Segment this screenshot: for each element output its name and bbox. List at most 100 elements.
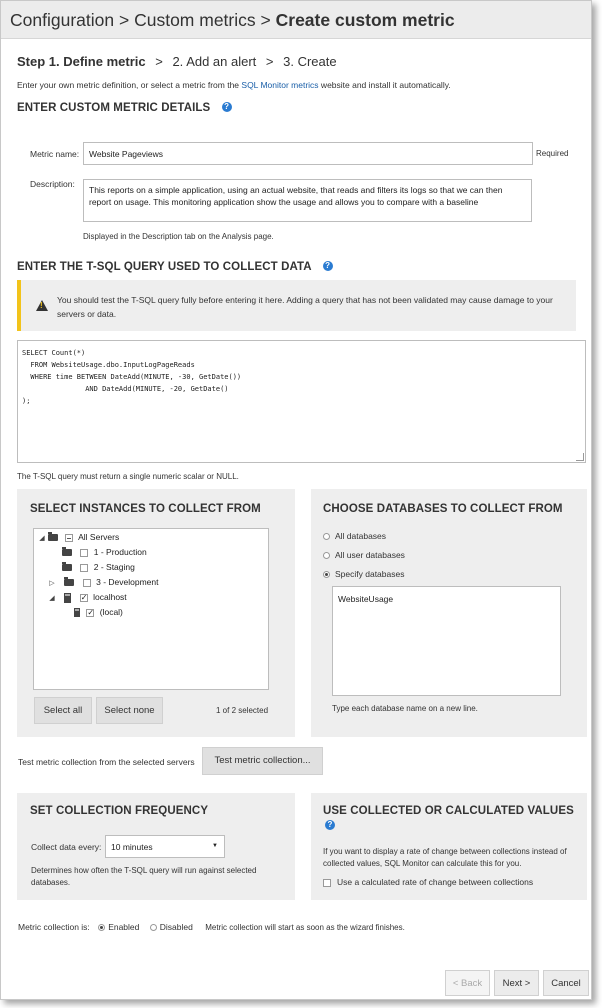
- breadcrumb: Configuration > Custom metrics > Create …: [1, 1, 591, 39]
- folder-icon: [62, 547, 72, 557]
- checkbox[interactable]: [82, 578, 91, 587]
- breadcrumb-separator: >: [118, 10, 130, 30]
- frequency-heading: SET COLLECTION FREQUENCY: [30, 805, 209, 817]
- radio-specify-databases[interactable]: Specify databases: [323, 569, 404, 579]
- breadcrumb-separator: >: [260, 10, 271, 30]
- expand-arrow-icon[interactable]: ◢: [48, 593, 56, 605]
- checkbox-label: Use a calculated rate of change between …: [337, 877, 534, 887]
- tree-node-localhost[interactable]: ◢ localhost: [48, 591, 127, 605]
- folder-icon: [62, 562, 72, 572]
- tree-node-production[interactable]: 1 - Production: [62, 546, 147, 558]
- query-heading: ENTER THE T-SQL QUERY USED TO COLLECT DA…: [17, 261, 333, 273]
- disabled-label: Disabled: [159, 922, 193, 932]
- description-textarea[interactable]: This reports on a simple application, us…: [83, 179, 532, 222]
- checkbox-checked[interactable]: [79, 592, 88, 604]
- sql-monitor-metrics-link[interactable]: SQL Monitor metrics: [241, 80, 318, 90]
- dropdown-arrow-icon: ▼: [212, 843, 218, 849]
- tree-node-staging[interactable]: 2 - Staging: [62, 561, 135, 573]
- collapsed-arrow-icon[interactable]: ▷: [48, 578, 56, 590]
- intro-text: Enter your own metric definition, or sel…: [17, 80, 451, 90]
- warning-icon: [36, 300, 48, 311]
- tree-node-local-instance[interactable]: (local): [74, 606, 123, 619]
- metric-name-label: Metric name:: [30, 149, 80, 159]
- databases-heading: CHOOSE DATABASES TO COLLECT FROM: [323, 503, 563, 515]
- radio-all-databases[interactable]: All databases: [323, 531, 386, 541]
- required-label: Required: [536, 149, 569, 158]
- help-icon[interactable]: ?: [322, 261, 333, 271]
- tree-node-all-servers[interactable]: ◢ All Servers: [38, 531, 119, 543]
- select-none-button[interactable]: Select none: [96, 697, 163, 724]
- expand-arrow-icon[interactable]: ◢: [38, 533, 46, 545]
- checkbox-checked[interactable]: [86, 607, 95, 619]
- rate-of-change-option[interactable]: Use a calculated rate of change between …: [323, 877, 533, 887]
- back-button[interactable]: < Back: [445, 970, 490, 996]
- checkbox-partial[interactable]: [64, 533, 73, 542]
- values-text: If you want to display a rate of change …: [323, 847, 567, 868]
- collection-label: Metric collection is:: [18, 922, 90, 932]
- intro-before: Enter your own metric definition, or sel…: [17, 80, 242, 90]
- metric-name-input[interactable]: Website Pageviews: [83, 142, 533, 165]
- folder-icon: [48, 532, 59, 542]
- sql-query-editor[interactable]: SELECT Count(*) FROM WebsiteUsage.dbo.In…: [17, 340, 586, 463]
- page-title: Create custom metric: [275, 10, 455, 30]
- tree-label: (local): [99, 607, 123, 617]
- folder-icon: [64, 577, 75, 587]
- select-all-button[interactable]: Select all: [34, 697, 92, 724]
- warning-text: You should test the T-SQL query fully be…: [57, 295, 553, 319]
- server-icon: [64, 592, 72, 603]
- tree-node-development[interactable]: ▷ 3 - Development: [48, 576, 159, 590]
- server-tree[interactable]: ◢ All Servers 1 - Production 2 - Staging…: [33, 528, 269, 690]
- step-1-active: Step 1. Define metric: [17, 54, 146, 69]
- intro-after: website and install it automatically.: [318, 80, 451, 90]
- collection-state: Metric collection is: Enabled Disabled M…: [18, 922, 405, 932]
- radio-disabled[interactable]: [149, 924, 157, 932]
- radio-all-user-databases[interactable]: All user databases: [323, 550, 405, 560]
- query-heading-text: ENTER THE T-SQL QUERY USED TO COLLECT DA…: [17, 261, 312, 273]
- resize-handle[interactable]: [576, 453, 584, 461]
- frequency-select[interactable]: 10 minutes ▼: [105, 835, 225, 858]
- help-icon[interactable]: ?: [221, 102, 232, 112]
- tree-label: localhost: [93, 592, 127, 602]
- tree-label: 1 - Production: [93, 547, 147, 557]
- wizard-window: Configuration > Custom metrics > Create …: [0, 0, 592, 1000]
- tree-label: 3 - Development: [96, 577, 159, 587]
- step-2: 2. Add an alert: [172, 54, 257, 69]
- rate-of-change-checkbox[interactable]: [323, 878, 331, 887]
- radio-button[interactable]: [323, 533, 330, 541]
- tree-label: 2 - Staging: [93, 562, 135, 572]
- step-3: 3. Create: [283, 54, 337, 69]
- wizard-steps: Step 1. Define metric > 2. Add an alert …: [17, 54, 343, 69]
- breadcrumb-configuration[interactable]: Configuration: [10, 10, 114, 30]
- checkbox[interactable]: [80, 548, 89, 557]
- database-names-textarea[interactable]: WebsiteUsage: [332, 586, 561, 696]
- step-separator: >: [155, 54, 163, 69]
- description-hint: Displayed in the Description tab on the …: [83, 232, 274, 241]
- test-metric-collection-button[interactable]: Test metric collection...: [202, 747, 323, 775]
- details-heading-text: ENTER CUSTOM METRIC DETAILS: [17, 102, 211, 114]
- instance-icon: [74, 608, 80, 618]
- radio-label: All databases: [335, 531, 387, 541]
- radio-enabled[interactable]: [98, 924, 106, 932]
- radio-label: Specify databases: [335, 569, 405, 579]
- database-hint: Type each database name on a new line.: [332, 704, 478, 713]
- frequency-value: 10 minutes: [111, 842, 153, 852]
- radio-button[interactable]: [323, 552, 330, 560]
- step-separator: >: [265, 54, 274, 69]
- values-heading: USE COLLECTED OR CALCULATED VALUES: [323, 805, 574, 817]
- selection-count: 1 of 2 selected: [216, 706, 269, 715]
- warning-box: You should test the T-SQL query fully be…: [17, 280, 576, 331]
- checkbox[interactable]: [80, 563, 89, 572]
- radio-button-selected[interactable]: [323, 571, 330, 579]
- radio-label: All user databases: [335, 550, 405, 560]
- help-icon[interactable]: ?: [325, 820, 335, 830]
- instances-heading: SELECT INSTANCES TO COLLECT FROM: [30, 503, 261, 515]
- cancel-button[interactable]: Cancel: [543, 970, 589, 996]
- query-hint: The T-SQL query must return a single num…: [17, 472, 239, 481]
- next-button[interactable]: Next >: [494, 970, 539, 996]
- collection-note: Metric collection will start as soon as …: [205, 923, 405, 932]
- breadcrumb-custom-metrics[interactable]: Custom metrics: [134, 10, 256, 30]
- frequency-label: Collect data every:: [31, 842, 102, 852]
- frequency-hint: Determines how often the T-SQL query wil…: [31, 866, 257, 887]
- test-label: Test metric collection from the selected…: [18, 757, 195, 767]
- enabled-label: Enabled: [108, 922, 140, 932]
